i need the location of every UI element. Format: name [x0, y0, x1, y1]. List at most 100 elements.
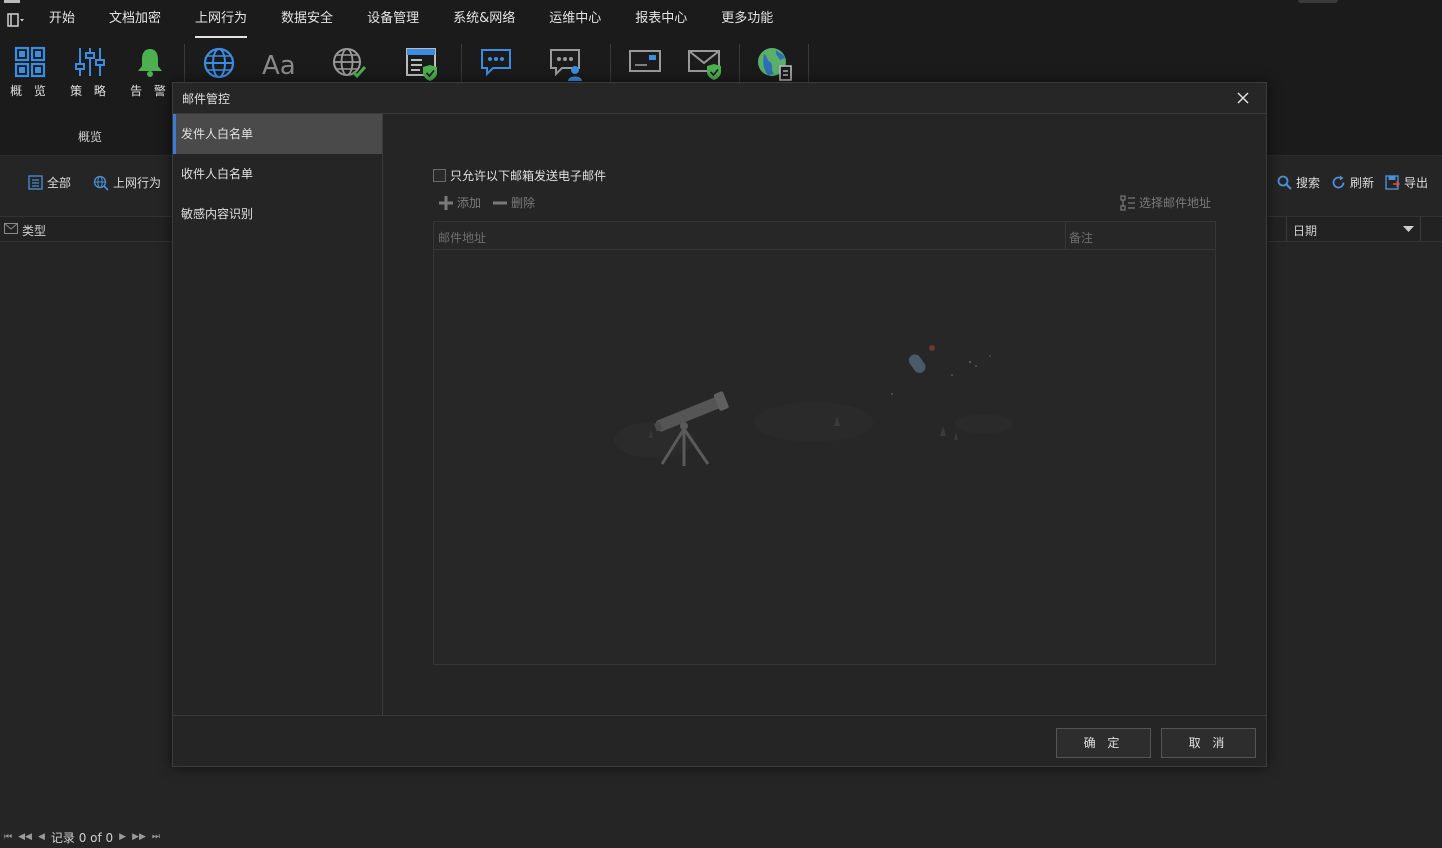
window-control-edge	[1298, 0, 1338, 3]
alert-button[interactable]: 告 警	[125, 46, 175, 99]
chat-user-icon	[550, 49, 582, 81]
ribbon-separator	[808, 44, 809, 84]
export-label: 导出	[1404, 176, 1429, 190]
app-menu-icon	[7, 13, 24, 27]
column-header-type[interactable]: 类型	[22, 222, 46, 239]
email-control-button[interactable]	[680, 46, 730, 80]
email-address-table: 邮件地址 备注	[433, 221, 1216, 665]
menu-more-features[interactable]: 更多功能	[704, 0, 790, 40]
export-button[interactable]: 导出	[1385, 174, 1428, 191]
first-page-button[interactable]: ⏮	[4, 832, 12, 842]
ribbon-separator	[461, 44, 462, 84]
cancel-button[interactable]: 取 消	[1161, 728, 1256, 758]
web-traffic-button[interactable]	[749, 46, 799, 82]
menu-web-behavior[interactable]: 上网行为	[178, 0, 264, 40]
globe-icon	[203, 47, 235, 79]
sidebar-item-sensitive-content[interactable]: 敏感内容识别	[173, 194, 382, 234]
filter-web-behavior-button[interactable]: 上网行为	[93, 174, 161, 191]
globe-check-icon	[333, 48, 367, 79]
select-email-address-button[interactable]: 选择邮件地址	[1120, 194, 1211, 211]
menu-device-management[interactable]: 设备管理	[350, 0, 436, 40]
globe-search-icon	[93, 175, 109, 191]
alert-label: 告 警	[130, 84, 170, 98]
dialog-titlebar[interactable]: 邮件管控	[173, 83, 1266, 114]
delete-label: 删除	[511, 196, 536, 210]
webpage-shield-icon	[406, 48, 437, 81]
menu-start[interactable]: 开始	[32, 0, 92, 40]
email-record-button[interactable]	[620, 46, 670, 76]
allow-only-listed-checkbox[interactable]	[433, 169, 446, 182]
bell-icon	[138, 49, 162, 77]
ribbon-separator	[184, 44, 185, 84]
im-chat-button[interactable]	[471, 46, 521, 80]
ribbon-group-label: 概览	[77, 130, 102, 144]
filter-web-behavior-label: 上网行为	[113, 176, 162, 190]
delete-button[interactable]: 删除	[492, 194, 535, 211]
ok-button[interactable]: 确 定	[1056, 728, 1151, 758]
column-divider	[1420, 217, 1421, 241]
menu-ops-center[interactable]: 运维中心	[532, 0, 618, 40]
prev-page-button[interactable]: ◀	[38, 832, 45, 842]
allow-only-listed-checkbox-row[interactable]: 只允许以下邮箱发送电子邮件	[433, 167, 606, 184]
menu-report-center[interactable]: 报表中心	[618, 0, 704, 40]
dialog-sidebar: 发件人白名单 收件人白名单 敏感内容识别	[173, 114, 383, 716]
plus-icon	[439, 195, 453, 210]
envelope-shield-icon	[688, 50, 721, 80]
app-menu-button[interactable]	[0, 0, 32, 40]
status-bar: ⏮ ◀◀ ◀ 记录 0 of 0 ▶ ▶▶ ⏭	[0, 826, 1442, 848]
next-page-button[interactable]: ▶	[119, 832, 126, 842]
list-icon	[28, 175, 43, 190]
chat-bubble-icon	[481, 49, 511, 77]
prev-page-group-button[interactable]: ◀◀	[18, 832, 32, 842]
email-control-dialog: 邮件管控 发件人白名单 收件人白名单 敏感内容识别 只允许以下邮箱发送电子邮件 …	[172, 82, 1267, 767]
empty-telescope-illustration	[614, 345, 1014, 466]
select-email-address-label: 选择邮件地址	[1139, 196, 1212, 210]
select-list-icon	[1120, 194, 1135, 211]
web-browse-button[interactable]	[194, 46, 244, 80]
column-header-note[interactable]: 备注	[1069, 229, 1093, 246]
menu-bar: 开始 文档加密 上网行为 数据安全 设备管理 系统&网络 运维中心 报表中心 更…	[0, 0, 1442, 40]
refresh-button[interactable]: 刷新	[1331, 174, 1374, 191]
filter-all-button[interactable]: 全部	[28, 174, 71, 191]
web-page-control-button[interactable]	[397, 46, 447, 82]
filter-all-label: 全部	[47, 176, 72, 190]
overview-button[interactable]: 概 览	[5, 46, 55, 99]
sidebar-item-sender-whitelist[interactable]: 发件人白名单	[173, 114, 382, 154]
web-access-control-button[interactable]	[324, 46, 374, 80]
chevron-down-icon[interactable]	[1403, 226, 1414, 233]
menu-data-security[interactable]: 数据安全	[264, 0, 350, 40]
column-divider	[1286, 217, 1287, 241]
search-button[interactable]: 搜索	[1277, 174, 1320, 191]
next-page-group-button[interactable]: ▶▶	[132, 832, 146, 842]
menu-doc-encrypt[interactable]: 文档加密	[92, 0, 178, 40]
grid-icon	[14, 46, 46, 78]
dialog-title: 邮件管控	[182, 92, 231, 106]
add-label: 添加	[457, 196, 482, 210]
web-title-button[interactable]: Aa	[254, 46, 304, 80]
window-edge	[4, 0, 20, 3]
envelope-icon	[629, 50, 661, 72]
sidebar-item-recipient-whitelist[interactable]: 收件人白名单	[173, 154, 382, 194]
refresh-label: 刷新	[1350, 176, 1375, 190]
im-user-button[interactable]	[541, 46, 591, 82]
email-table-header: 邮件地址 备注	[434, 222, 1215, 250]
policy-button[interactable]: 策 略	[65, 46, 115, 99]
column-header-email[interactable]: 邮件地址	[438, 229, 486, 246]
mail-type-icon	[4, 223, 18, 234]
record-count: 记录 0 of 0	[50, 830, 114, 845]
minus-icon	[493, 201, 507, 204]
ribbon-separator	[610, 44, 611, 84]
sliders-icon	[75, 48, 105, 76]
add-button[interactable]: 添加	[438, 194, 481, 211]
svg-text:Aa: Aa	[262, 51, 296, 80]
menu-system-network[interactable]: 系统&网络	[436, 0, 532, 40]
column-divider	[1065, 222, 1066, 250]
column-header-date[interactable]: 日期	[1293, 222, 1317, 239]
refresh-icon	[1332, 175, 1345, 189]
search-label: 搜索	[1296, 176, 1321, 190]
dialog-footer: 确 定 取 消	[173, 715, 1266, 768]
last-page-button[interactable]: ⏭	[152, 832, 160, 842]
policy-label: 策 略	[70, 84, 110, 98]
close-icon[interactable]	[1234, 89, 1252, 107]
search-icon	[1277, 175, 1292, 190]
